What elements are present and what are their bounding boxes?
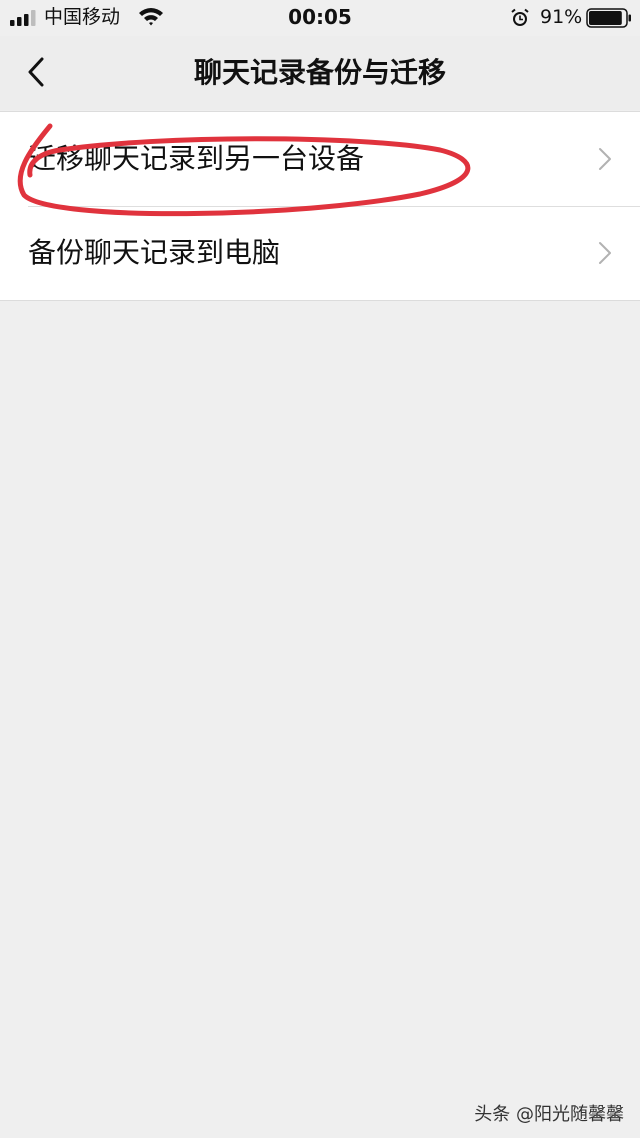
menu-item-label: 备份聊天记录到电脑 xyxy=(28,236,281,269)
battery-icon xyxy=(586,8,631,28)
page-title: 聊天记录备份与迁移 xyxy=(193,56,446,89)
watermark: 头条 @阳光随馨馨 xyxy=(474,1104,624,1125)
status-bar: 中国移动 00:05 91% xyxy=(0,0,640,36)
chevron-right-icon xyxy=(599,242,611,264)
nav-bar: 聊天记录备份与迁移 xyxy=(0,36,640,110)
menu-item-backup[interactable]: 备份聊天记录到电脑 xyxy=(0,206,640,300)
menu-item-migrate[interactable]: 迁移聊天记录到另一台设备 xyxy=(0,112,640,206)
screen: 中国移动 00:05 91% 聊天记录备份与迁移 迁移聊天记录到另一台设备 备份… xyxy=(0,0,640,1138)
battery-percent: 91% xyxy=(540,6,583,28)
menu-list: 迁移聊天记录到另一台设备 备份聊天记录到电脑 xyxy=(0,111,640,301)
chevron-right-icon xyxy=(599,148,611,170)
alarm-icon xyxy=(511,8,529,26)
menu-item-label: 迁移聊天记录到另一台设备 xyxy=(28,142,365,175)
